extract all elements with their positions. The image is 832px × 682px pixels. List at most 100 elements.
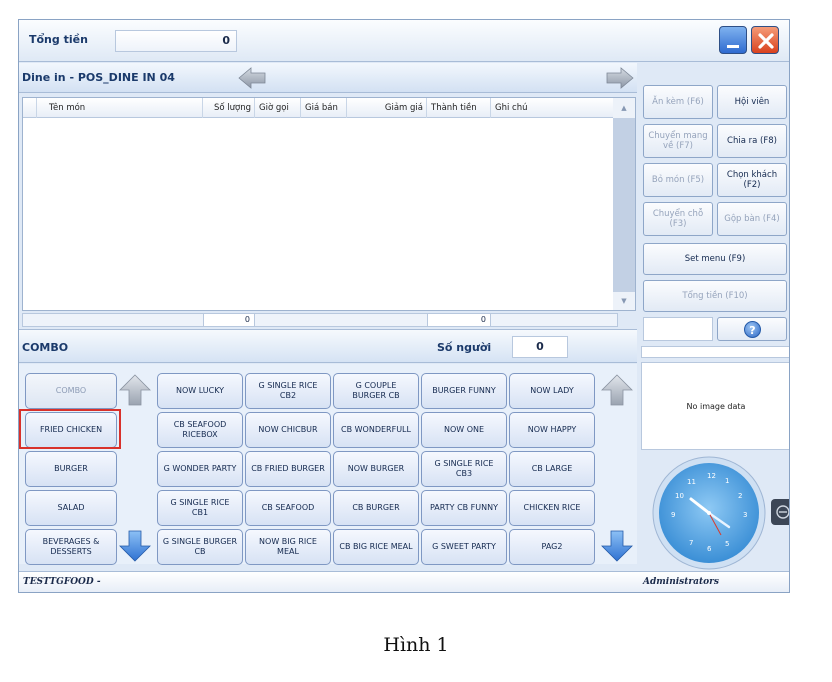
clock-number: 11: [687, 478, 696, 486]
menu-item[interactable]: G SINGLE RICE CB3: [421, 451, 507, 487]
category-combo[interactable]: COMBO: [25, 373, 117, 409]
info-strip: [641, 346, 789, 358]
hoi-vien-button[interactable]: Hội viên: [717, 85, 787, 119]
menu-item[interactable]: CB FRIED BURGER: [245, 451, 331, 487]
table-summary-row: 0 0: [22, 313, 618, 327]
chuyen-mang-ve-button[interactable]: Chuyển mang về (F7): [643, 124, 713, 158]
menu-item[interactable]: CB LARGE: [509, 451, 595, 487]
menu-item[interactable]: NOW CHICBUR: [245, 412, 331, 448]
menu-header: COMBO Số người 0: [19, 329, 637, 363]
menu-item[interactable]: CB BIG RICE MEAL: [333, 529, 419, 565]
menu-item[interactable]: PARTY CB FUNNY: [421, 490, 507, 526]
order-title: Dine in - POS_DINE IN 04: [22, 71, 175, 84]
arrow-left-icon[interactable]: [237, 67, 267, 89]
menu-item[interactable]: G SINGLE BURGER CB: [157, 529, 243, 565]
clock-number: 9: [671, 511, 675, 519]
menu-item[interactable]: NOW BURGER: [333, 451, 419, 487]
pos-window: Tổng tiền 0 Dine in - POS_DINE IN 04 Tên…: [18, 19, 790, 593]
menu-item[interactable]: CB SEAFOOD RICEBOX: [157, 412, 243, 448]
category-down-arrow-icon[interactable]: [118, 529, 152, 563]
scroll-down-icon[interactable]: ▼: [613, 292, 635, 310]
clock-number: 7: [689, 539, 693, 547]
column-header[interactable]: Thành tiền: [427, 98, 491, 118]
table-scrollbar[interactable]: ▲ ▼: [613, 98, 635, 310]
menu-item[interactable]: G SINGLE RICE CB1: [157, 490, 243, 526]
menu-item[interactable]: NOW HAPPY: [509, 412, 595, 448]
order-header: Dine in - POS_DINE IN 04: [19, 63, 637, 93]
guests-label: Số người: [437, 341, 492, 354]
menu-item[interactable]: NOW BIG RICE MEAL: [245, 529, 331, 565]
chuyen-cho-button[interactable]: Chuyển chỗ (F3): [643, 202, 713, 236]
category-beverages-desserts[interactable]: BEVERAGES & DESSERTS: [25, 529, 117, 565]
total-amount: 0: [115, 30, 237, 52]
menu-item[interactable]: G WONDER PARTY: [157, 451, 243, 487]
no-image-text: No image data: [686, 401, 746, 411]
items-down-arrow-icon[interactable]: [600, 529, 634, 563]
help-button[interactable]: ?: [717, 317, 787, 341]
table-header: Tên món Số lượng Giờ gọi Giá bán Giảm gi…: [23, 98, 619, 118]
set-menu-button[interactable]: Set menu (F9): [643, 243, 787, 275]
column-header[interactable]: Giá bán: [301, 98, 347, 118]
bo-mon-button[interactable]: Bỏ món (F5): [643, 163, 713, 197]
clock-number: 6: [707, 545, 712, 553]
scroll-thumb[interactable]: [613, 118, 635, 292]
clock-number: 3: [743, 511, 747, 519]
clock-number: 1: [725, 477, 729, 485]
close-button[interactable]: [751, 26, 779, 54]
menu-item[interactable]: CB BURGER: [333, 490, 419, 526]
menu-title: COMBO: [22, 341, 69, 354]
close-icon: [758, 33, 774, 49]
arrow-right-icon[interactable]: [605, 67, 635, 89]
order-table[interactable]: Tên món Số lượng Giờ gọi Giá bán Giảm gi…: [22, 97, 636, 311]
column-header[interactable]: Số lượng: [203, 98, 255, 118]
user-role: Administrators: [643, 577, 719, 587]
menu-item[interactable]: G COUPLE BURGER CB: [333, 373, 419, 409]
guests-input[interactable]: 0: [512, 336, 568, 358]
item-image-box: No image data: [641, 362, 789, 450]
store-name: TESTTGFOOD -: [23, 577, 101, 587]
row-indicator-header: [23, 98, 37, 118]
chia-ra-button[interactable]: Chia ra (F8): [717, 124, 787, 158]
sum-quantity: 0: [203, 314, 255, 326]
column-header[interactable]: Giảm giá: [347, 98, 427, 118]
category-burger[interactable]: BURGER: [25, 451, 117, 487]
figure-caption: Hình 1: [383, 634, 449, 656]
menu-item[interactable]: CB WONDERFULL: [333, 412, 419, 448]
menu-item[interactable]: CB SEAFOOD: [245, 490, 331, 526]
clock-number: 2: [738, 492, 742, 500]
menu-item[interactable]: G SWEET PARTY: [421, 529, 507, 565]
total-label: Tổng tiền: [29, 33, 88, 46]
menu-item[interactable]: G SINGLE RICE CB2: [245, 373, 331, 409]
items-up-arrow-icon[interactable]: [600, 373, 634, 407]
status-bar: TESTTGFOOD - Administrators: [19, 571, 789, 592]
clock-area: 12 1 2 3 5 6 7 9 10 11: [641, 453, 789, 571]
tong-tien-button[interactable]: Tổng tiền (F10): [643, 280, 787, 312]
order-panel: Dine in - POS_DINE IN 04 Tên món Số lượn…: [19, 63, 637, 329]
right-action-panel: Ăn kèm (F6) Hội viên Chuyển mang về (F7)…: [641, 63, 789, 571]
menu-item[interactable]: BURGER FUNNY: [421, 373, 507, 409]
clock-number: 12: [707, 472, 716, 480]
column-header[interactable]: Ghi chú: [491, 98, 613, 118]
menu-item[interactable]: NOW ONE: [421, 412, 507, 448]
category-up-arrow-icon[interactable]: [118, 373, 152, 407]
category-salad[interactable]: SALAD: [25, 490, 117, 526]
top-bar: Tổng tiền 0: [19, 20, 789, 62]
scroll-up-icon[interactable]: ▲: [613, 98, 635, 118]
menu-item[interactable]: NOW LADY: [509, 373, 595, 409]
menu-item[interactable]: NOW LUCKY: [157, 373, 243, 409]
menu-item[interactable]: PAG2: [509, 529, 595, 565]
gop-ban-button[interactable]: Gộp bàn (F4): [717, 202, 787, 236]
analog-clock-icon: 12 1 2 3 5 6 7 9 10 11: [652, 456, 789, 570]
quick-input-field[interactable]: [643, 317, 713, 341]
sum-total: 0: [427, 314, 491, 326]
clock-number: 5: [725, 540, 729, 548]
menu-area: COMBO FRIED CHICKEN BURGER SALAD BEVERAG…: [19, 364, 637, 565]
minimize-button[interactable]: [719, 26, 747, 54]
help-icon: ?: [744, 321, 761, 338]
column-header[interactable]: Giờ gọi: [255, 98, 301, 118]
menu-item[interactable]: CHICKEN RICE: [509, 490, 595, 526]
column-header[interactable]: Tên món: [37, 98, 203, 118]
an-kem-button[interactable]: Ăn kèm (F6): [643, 85, 713, 119]
clock-number: 10: [675, 492, 684, 500]
chon-khach-button[interactable]: Chọn khách (F2): [717, 163, 787, 197]
